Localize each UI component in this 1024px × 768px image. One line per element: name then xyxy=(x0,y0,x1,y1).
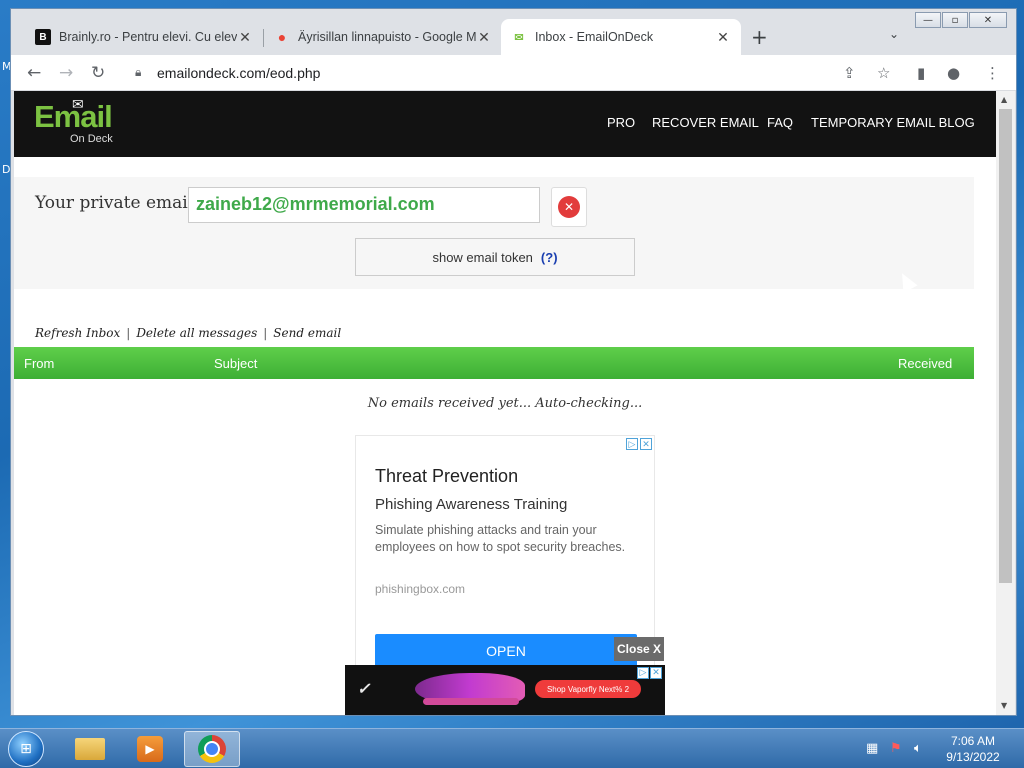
tab-google-maps[interactable]: ● Äyrisillan linnapuisto - Google Maps ✕ xyxy=(264,19,502,55)
share-icon[interactable]: ⇪ xyxy=(843,64,856,82)
scrollbar-thumb[interactable] xyxy=(999,109,1012,583)
nike-swoosh-icon: ✓ xyxy=(357,681,371,698)
taskbar-explorer[interactable] xyxy=(62,731,118,767)
column-subject: Subject xyxy=(214,356,258,371)
adchoices-icon[interactable]: ▷ xyxy=(637,667,649,679)
ad-subtitle: Phishing Awareness Training xyxy=(375,496,568,513)
column-received: Received xyxy=(898,356,953,371)
browser-toolbar: ← → ↻ 🔒︎ emailondeck.com/eod.php ⇪ ☆ ▮ ●… xyxy=(11,55,1016,91)
chevron-down-icon[interactable]: ⌄ xyxy=(889,27,899,41)
tab-title: Inbox - EmailOnDeck xyxy=(535,30,654,44)
close-icon[interactable]: ✕ xyxy=(650,667,662,679)
maps-pin-icon: ● xyxy=(277,29,287,45)
logo-subtext: On Deck xyxy=(70,133,113,145)
inbox-table-header: From Subject Received xyxy=(14,347,974,379)
browser-window: B Brainly.ro - Pentru elevi. Cu elevi. ✕… xyxy=(10,8,1017,716)
tab-title: Äyrisillan linnapuisto - Google Maps xyxy=(298,30,476,44)
system-clock[interactable]: 7:06 AM 9/13/2022 xyxy=(940,733,1006,765)
emailondeck-logo[interactable]: ✉ Email On Deck xyxy=(34,97,113,145)
profile-avatar-icon[interactable]: ● xyxy=(947,64,960,82)
adchoices-icon[interactable]: ▷ xyxy=(626,438,638,450)
media-player-icon: ▶ xyxy=(137,736,163,762)
ad-title: Threat Prevention xyxy=(375,466,519,486)
forward-arrow-icon[interactable]: → xyxy=(59,63,73,83)
delete-email-button[interactable]: ✕ xyxy=(551,187,587,227)
network-icon[interactable]: ▦ xyxy=(866,741,878,756)
shoe-sole xyxy=(423,698,519,705)
minimize-icon[interactable]: — xyxy=(915,12,941,28)
close-tab-icon[interactable]: ✕ xyxy=(237,29,253,46)
banner-ad[interactable]: ✓ Shop Vaporfly Next% 2 ▷ ✕ xyxy=(345,665,665,715)
nav-faq[interactable]: FAQ xyxy=(767,115,793,130)
taskbar: ⊞ ▶ ▦ ⚑ 🔈︎ 7:06 AM 9/13/2022 xyxy=(0,728,1024,768)
inbox-actions: Refresh Inbox | Delete all messages | Send e… xyxy=(35,326,342,340)
tab-emailondeck[interactable]: ✉ Inbox - EmailOnDeck ✕ xyxy=(501,19,741,55)
nav-temporary-email-blog[interactable]: TEMPORARY EMAIL BLOG xyxy=(811,115,975,130)
close-ad-button[interactable]: Close X xyxy=(614,637,664,661)
site-header: ✉ Email On Deck PRO RECOVER EMAIL FAQ TE… xyxy=(14,91,996,157)
side-panel-icon[interactable]: ▮ xyxy=(917,64,925,82)
reload-icon[interactable]: ↻ xyxy=(91,63,105,83)
address-bar[interactable]: 🔒︎ emailondeck.com/eod.php xyxy=(123,59,911,87)
scroll-up-icon[interactable]: ▲ xyxy=(1001,95,1007,104)
email-label: Your private email xyxy=(35,193,194,213)
empty-inbox-message: No emails received yet... Auto-checking.… xyxy=(367,396,643,411)
close-circle-icon: ✕ xyxy=(558,196,580,218)
email-address-field[interactable]: zaineb12@mrmemorial.com xyxy=(188,187,540,223)
nav-recover-email[interactable]: RECOVER EMAIL xyxy=(652,115,759,130)
back-arrow-icon[interactable]: ← xyxy=(27,63,41,83)
url-text: emailondeck.com/eod.php xyxy=(157,65,321,81)
token-label: show email token xyxy=(432,249,533,265)
close-tab-icon[interactable]: ✕ xyxy=(476,29,492,46)
clock-date: 9/13/2022 xyxy=(946,750,1000,764)
star-icon[interactable]: ☆ xyxy=(877,64,890,82)
taskbar-media-player[interactable]: ▶ xyxy=(122,731,178,767)
column-from: From xyxy=(24,356,55,371)
start-button[interactable]: ⊞ xyxy=(8,731,44,767)
folder-icon xyxy=(75,738,105,760)
maximize-icon[interactable]: ▫ xyxy=(942,12,968,28)
chrome-icon xyxy=(198,735,226,763)
emailondeck-icon: ✉ xyxy=(514,31,524,44)
menu-kebab-icon[interactable]: ⋮ xyxy=(985,64,1000,82)
ad-open-button[interactable]: OPEN xyxy=(375,634,637,668)
page-scrollbar[interactable]: ▲ ▼ xyxy=(996,91,1015,715)
token-help-link[interactable]: (?) xyxy=(541,250,558,265)
page-viewport: ✉ Email On Deck PRO RECOVER EMAIL FAQ TE… xyxy=(14,91,996,715)
envelope-icon: ✉ xyxy=(72,97,84,113)
volume-icon[interactable]: 🔈︎ xyxy=(914,741,922,756)
nav-pro[interactable]: PRO xyxy=(607,115,635,130)
ad-description: Simulate phishing attacks and train your… xyxy=(375,523,626,554)
brainly-icon: B xyxy=(35,29,51,45)
private-email-panel: Your private email zaineb12@mrmemorial.c… xyxy=(14,177,974,289)
close-window-icon[interactable]: ✕ xyxy=(969,12,1007,28)
banner-cta[interactable]: Shop Vaporfly Next% 2 xyxy=(535,680,641,698)
tab-strip: B Brainly.ro - Pentru elevi. Cu elevi. ✕… xyxy=(11,9,1016,55)
new-tab-icon[interactable]: + xyxy=(751,25,768,49)
close-tab-icon[interactable]: ✕ xyxy=(715,29,731,46)
lock-icon: 🔒︎ xyxy=(135,65,142,79)
refresh-inbox-link[interactable]: Refresh Inbox xyxy=(35,326,120,340)
tab-brainly[interactable]: B Brainly.ro - Pentru elevi. Cu elevi. ✕ xyxy=(25,19,263,55)
send-email-link[interactable]: Send email xyxy=(273,326,341,340)
ad-domain: phishingbox.com xyxy=(375,582,466,596)
tab-title: Brainly.ro - Pentru elevi. Cu elevi. xyxy=(59,30,237,44)
show-email-token-button[interactable]: show email token (?) xyxy=(355,238,635,276)
scroll-down-icon[interactable]: ▼ xyxy=(1001,701,1007,710)
delete-all-messages-link[interactable]: Delete all messages xyxy=(136,326,257,340)
clock-time: 7:06 AM xyxy=(950,734,996,748)
taskbar-chrome[interactable] xyxy=(184,731,240,767)
close-icon[interactable]: ✕ xyxy=(640,438,652,450)
adchoices[interactable]: ▷ ✕ xyxy=(626,438,652,450)
action-center-flag-icon[interactable]: ⚑ xyxy=(890,741,902,756)
